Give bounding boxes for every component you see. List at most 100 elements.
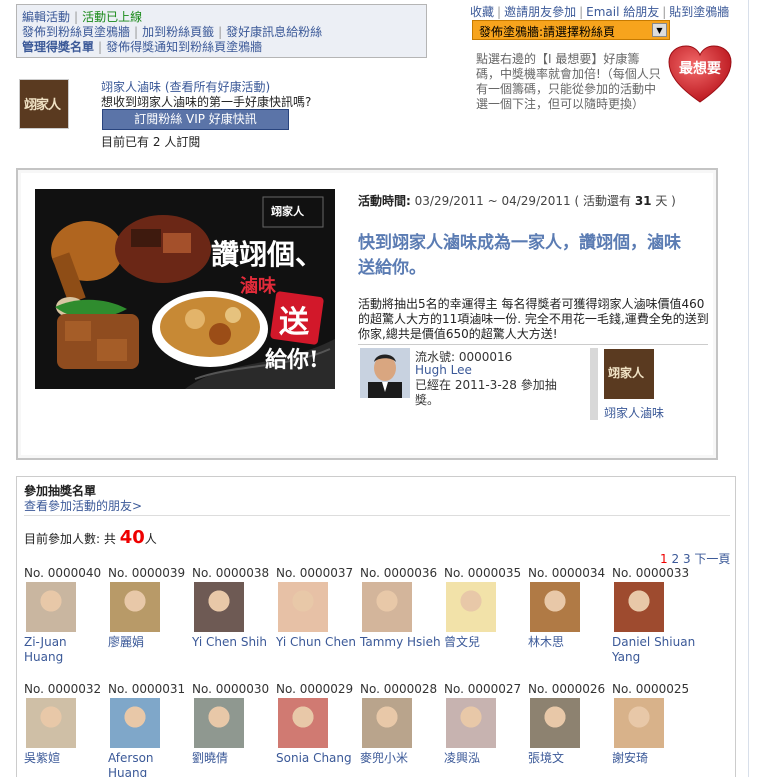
see-friends-link[interactable]: 查看參加活動的朋友> (24, 497, 142, 514)
participant-avatar[interactable] (110, 698, 160, 748)
page-right-rule (748, 0, 749, 777)
participant-item: No. 0000025 謝安琦 (612, 682, 696, 766)
participant-serial: No. 0000032 (24, 682, 102, 696)
activity-banner[interactable]: 讚翊個、 滷味 送 給你! 翊家人 (35, 189, 335, 389)
participant-avatar[interactable] (194, 698, 244, 748)
email-friend-link[interactable]: Email 給朋友 (586, 5, 659, 19)
participant-avatar[interactable] (530, 582, 580, 632)
see-all-activities-link[interactable]: (查看所有好康活動) (165, 80, 270, 94)
participant-item: No. 0000033 Daniel Shiuan Yang (612, 566, 696, 665)
post-wall-select-value: 發佈塗鴉牆:請選擇粉絲頁 (479, 25, 616, 39)
participant-serial: No. 0000040 (24, 566, 102, 580)
store-logo[interactable]: 翊家人 (19, 79, 69, 129)
participant-item: No. 0000030 劉曉倩 (192, 682, 276, 766)
participant-avatar[interactable] (446, 582, 496, 632)
chevron-down-icon[interactable]: ▼ (652, 23, 667, 37)
add-tab-link[interactable]: 加到粉絲頁籤 (142, 25, 214, 39)
participant-serial: No. 0000033 (612, 566, 690, 580)
participant-name-link[interactable]: 吳紫媗 (24, 751, 108, 766)
participant-name-link[interactable]: Aferson Huang (108, 751, 192, 777)
latest-entrant-avatar[interactable] (360, 348, 410, 398)
separator: | (74, 10, 79, 24)
latest-entrant-name[interactable]: Hugh Lee (415, 363, 472, 377)
participant-serial: No. 0000036 (360, 566, 438, 580)
separator: | (134, 25, 139, 39)
banner-subhead: 滷味 (240, 276, 276, 297)
participant-name-link[interactable]: 麥兜小米 (360, 751, 444, 766)
next-page-link[interactable]: 下一頁 (694, 552, 730, 566)
pagination: 1 2 3 下一頁 (660, 550, 730, 567)
activity-title: 快到翊家人滷味成為一家人，讚翊個，滷味送給你。 (358, 233, 681, 278)
participant-name-link[interactable]: Yi Chun Chen (276, 635, 360, 650)
bookmark-link[interactable]: 收藏 (470, 5, 494, 19)
participant-serial: No. 0000026 (528, 682, 606, 696)
manage-winners-link[interactable]: 管理得獎名單 (22, 40, 94, 54)
participant-avatar[interactable] (362, 582, 412, 632)
count-prefix: 目前參加人數: 共 (24, 532, 116, 546)
shop-thumbnail-text: 翊家人 (608, 366, 645, 380)
participant-name-link[interactable]: Yi Chen Shih (192, 635, 276, 650)
participant-avatar[interactable] (362, 698, 412, 748)
participant-avatar[interactable] (278, 698, 328, 748)
participant-item: No. 0000040 Zi-Juan Huang (24, 566, 108, 665)
banner-headline: 讚翊個、 (211, 238, 324, 271)
separator: | (218, 25, 223, 39)
participant-serial: No. 0000037 (276, 566, 354, 580)
participant-avatar[interactable] (446, 698, 496, 748)
divider (24, 515, 730, 516)
participant-item: No. 0000039 廖麗娟 (108, 566, 192, 650)
participant-name-link[interactable]: Tammy Hsieh (360, 635, 444, 650)
participant-name-link[interactable]: Sonia Chang (276, 751, 360, 766)
participant-serial: No. 0000035 (444, 566, 522, 580)
banner-brand: 翊家人 (271, 205, 304, 218)
participant-name-link[interactable]: 張境文 (528, 751, 612, 766)
participant-serial: No. 0000029 (276, 682, 354, 696)
participant-item: No. 0000032 吳紫媗 (24, 682, 108, 766)
participant-serial: No. 0000028 (360, 682, 438, 696)
participant-avatar[interactable] (110, 582, 160, 632)
page-3-link[interactable]: 3 (683, 552, 691, 566)
participant-avatar[interactable] (614, 582, 664, 632)
participant-avatar[interactable] (26, 582, 76, 632)
participant-avatar[interactable] (614, 698, 664, 748)
post-wall-link[interactable]: 發佈到粉絲頁塗鴉牆 (22, 25, 130, 39)
subscribe-vip-button[interactable]: 訂閱粉絲 VIP 好康快訊 (102, 109, 289, 130)
separator: | (662, 5, 667, 19)
participant-avatar[interactable] (278, 582, 328, 632)
participant-avatar[interactable] (26, 698, 76, 748)
store-name-link[interactable]: 翊家人滷味 (101, 80, 161, 94)
page-2-link[interactable]: 2 (671, 552, 679, 566)
page-current: 1 (660, 552, 668, 566)
participant-name-link[interactable]: 曾文兒 (444, 635, 528, 650)
participant-serial: No. 0000027 (444, 682, 522, 696)
participant-item: No. 0000029 Sonia Chang (276, 682, 360, 766)
post-to-wall-link[interactable]: 貼到塗鴉牆 (669, 5, 729, 19)
count-value: 40 (119, 527, 145, 548)
participant-name-link[interactable]: 廖麗娟 (108, 635, 192, 650)
subscriber-count: 目前已有 2 人訂閱 (101, 133, 200, 150)
activity-time-range: 03/29/2011 ~ 04/29/2011 (414, 194, 571, 208)
participant-serial: No. 0000039 (108, 566, 186, 580)
status-live-label: 活動已上線 (82, 10, 143, 24)
participant-name-link[interactable]: 林木思 (528, 635, 612, 650)
participant-name-link[interactable]: Daniel Shiuan Yang (612, 635, 696, 665)
activity-remain-suffix: 天 ) (655, 194, 676, 208)
invite-friends-link[interactable]: 邀請朋友參加 (504, 5, 576, 19)
post-wall-select[interactable]: 發佈塗鴉牆:請選擇粉絲頁 ▼ (472, 20, 670, 40)
send-fans-link[interactable]: 發好康訊息給粉絲 (226, 25, 322, 39)
post-winner-notice-link[interactable]: 發佈得獎通知到粉絲頁塗鴉牆 (106, 40, 262, 54)
shop-name-link[interactable]: 翊家人滷味 (604, 404, 664, 421)
participant-avatar[interactable] (530, 698, 580, 748)
participant-name-link[interactable]: 劉曉倩 (192, 751, 276, 766)
edit-activity-link[interactable]: 編輯活動 (22, 10, 70, 24)
participant-avatar[interactable] (194, 582, 244, 632)
participant-name-link[interactable]: Zi-Juan Huang (24, 635, 108, 665)
chip-description: 點選右邊的【I 最想要】好康籌碼，中獎機率就會加倍!（每個人只有一個籌碼，只能從… (476, 52, 661, 111)
participant-item: No. 0000036 Tammy Hsieh (360, 566, 444, 650)
shop-thumbnail[interactable]: 翊家人 (604, 349, 654, 399)
participant-name-link[interactable]: 凌興泓 (444, 751, 528, 766)
participant-name-link[interactable]: 謝安琦 (612, 751, 696, 766)
count-suffix: 人 (144, 532, 157, 546)
activity-description: 活動將抽出5名的幸運得主 每名得獎者可獲得翊家人滷味價值460的超驚人大方的11… (358, 297, 709, 341)
separator: | (497, 5, 502, 19)
